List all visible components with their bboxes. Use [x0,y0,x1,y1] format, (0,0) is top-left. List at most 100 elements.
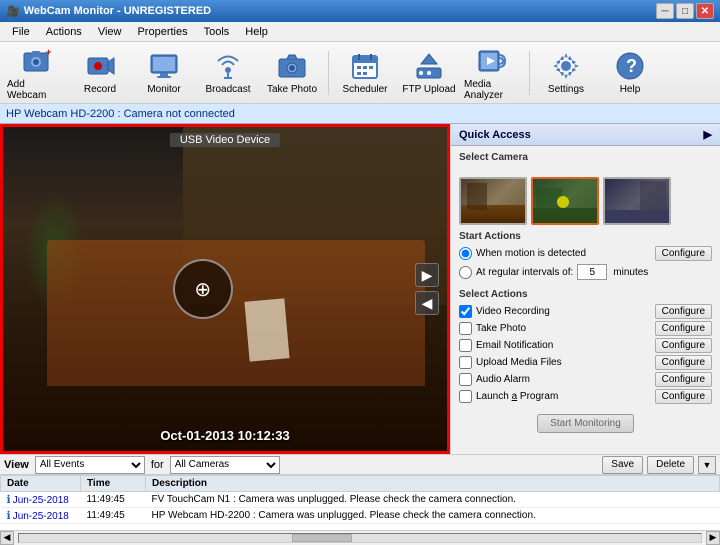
add-webcam-icon: + [20,45,52,77]
log-table-container: Date Time Description ℹJun-25-2018 11:49… [0,474,720,530]
close-button[interactable]: ✕ [696,3,714,19]
camera-thumb-2[interactable] [531,177,599,225]
motion-detected-radio[interactable] [459,247,472,260]
menu-tools[interactable]: Tools [196,24,238,40]
start-actions-title: Start Actions [459,231,712,242]
app-title: WebCam Monitor - UNREGISTERED [24,5,211,17]
info-icon-1: ℹ [7,494,11,506]
take-photo-checkbox[interactable] [459,322,472,335]
row2-time: 11:49:45 [81,508,146,524]
select-actions-section: Select Actions Video Recording Configure… [451,287,720,408]
scroll-thumb[interactable] [292,534,352,542]
interval-radio[interactable] [459,266,472,279]
menu-properties[interactable]: Properties [129,24,195,40]
scroll-track[interactable] [18,533,702,543]
take-photo-row: Take Photo Configure [459,321,712,336]
row2-date: ℹJun-25-2018 [1,508,81,524]
camera-thumbnails [451,173,720,229]
video-recording-label: Video Recording [476,306,655,317]
launch-program-configure[interactable]: Configure [655,389,712,404]
monitor-label: Monitor [147,84,180,95]
monitor-button[interactable]: Monitor [134,46,194,100]
ftp-upload-button[interactable]: FTP Upload [399,46,459,100]
navigation-circle[interactable]: ⊕ [173,259,233,319]
add-webcam-label: Add Webcam [7,79,65,101]
event-log-table: Date Time Description ℹJun-25-2018 11:49… [0,475,720,524]
camera-select-section: Select Camera [451,146,720,173]
interval-input[interactable] [577,264,607,280]
broadcast-icon [212,50,244,82]
quick-access-expand[interactable]: ▶ [704,128,712,141]
video-recording-row: Video Recording Configure [459,304,712,319]
svg-text:?: ? [626,56,637,76]
cam-thumb-1-image [461,179,525,223]
scheduler-icon [349,50,381,82]
event-filter-select[interactable]: All Events Motion Events Camera Events E… [35,456,145,474]
email-notification-configure[interactable]: Configure [655,338,712,353]
event-log-dropdown[interactable]: ▼ [698,456,716,474]
scroll-left-button[interactable]: ◀ [0,531,14,545]
take-photo-configure[interactable]: Configure [655,321,712,336]
nav-left-button[interactable]: ◀ [415,291,439,315]
camera-label: HP Webcam HD-2200 : Camera not connected [6,108,235,120]
video-recording-checkbox[interactable] [459,305,472,318]
camera-filter-select[interactable]: All Cameras [170,456,280,474]
start-monitoring-button[interactable]: Start Monitoring [537,414,634,433]
audio-alarm-row: Audio Alarm Configure [459,372,712,387]
delete-button[interactable]: Delete [647,456,694,474]
launch-program-row: Launch a Program Configure [459,389,712,404]
row1-date: ℹJun-25-2018 [1,492,81,508]
configure-motion-button[interactable]: Configure [655,246,712,261]
record-button[interactable]: Record [70,46,130,100]
audio-alarm-configure[interactable]: Configure [655,372,712,387]
upload-media-row: Upload Media Files Configure [459,355,712,370]
event-log-buttons: Save Delete ▼ [602,456,716,474]
media-analyzer-button[interactable]: Media Analyzer [463,46,523,100]
media-analyzer-icon [477,45,509,77]
view-label: View [4,459,29,471]
take-photo-button[interactable]: Take Photo [262,46,322,100]
upload-media-checkbox[interactable] [459,356,472,369]
audio-alarm-checkbox[interactable] [459,373,472,386]
menu-help[interactable]: Help [237,24,276,40]
settings-button[interactable]: Settings [536,46,596,100]
video-area: ⊕ ▶ ◀ USB Video Device Oct-01-2013 10:12… [0,124,450,454]
nav-right-button[interactable]: ▶ [415,263,439,287]
save-button[interactable]: Save [602,456,643,474]
title-bar: 🎥 WebCam Monitor - UNREGISTERED ─ □ ✕ [0,0,720,22]
camera-thumb-1[interactable] [459,177,527,225]
scheduler-label: Scheduler [342,84,387,95]
minimize-button[interactable]: ─ [656,3,674,19]
take-photo-label: Take Photo [267,84,317,95]
email-notification-checkbox[interactable] [459,339,472,352]
ftp-upload-label: FTP Upload [402,84,455,95]
help-button[interactable]: ? Help [600,46,660,100]
svg-text:+: + [46,47,51,57]
camera-thumb-3[interactable] [603,177,671,225]
broadcast-button[interactable]: Broadcast [198,46,258,100]
scheduler-button[interactable]: Scheduler [335,46,395,100]
add-webcam-button[interactable]: + Add Webcam [6,46,66,100]
upload-media-label: Upload Media Files [476,357,655,368]
menu-view[interactable]: View [90,24,130,40]
help-icon: ? [614,50,646,82]
menu-file[interactable]: File [4,24,38,40]
interval-label: At regular intervals of: [476,267,573,278]
maximize-button[interactable]: □ [676,3,694,19]
ftp-upload-icon [413,50,445,82]
launch-program-checkbox[interactable] [459,390,472,403]
table-row: ℹJun-25-2018 11:49:45 FV TouchCam N1 : C… [1,492,720,508]
toolbar-separator-2 [529,51,530,95]
app-icon: 🎥 [6,5,20,18]
col-description: Description [146,476,720,492]
motion-detected-row: When motion is detected Configure [459,246,712,261]
for-label: for [151,459,164,471]
row1-description: FV TouchCam N1 : Camera was unplugged. P… [146,492,720,508]
menu-actions[interactable]: Actions [38,24,90,40]
log-table-header: Date Time Description [1,476,720,492]
table-row: ℹJun-25-2018 11:49:45 HP Webcam HD-2200 … [1,508,720,524]
upload-media-configure[interactable]: Configure [655,355,712,370]
cam-thumb-2-image [533,179,597,223]
scroll-right-button[interactable]: ▶ [706,531,720,545]
video-recording-configure[interactable]: Configure [655,304,712,319]
